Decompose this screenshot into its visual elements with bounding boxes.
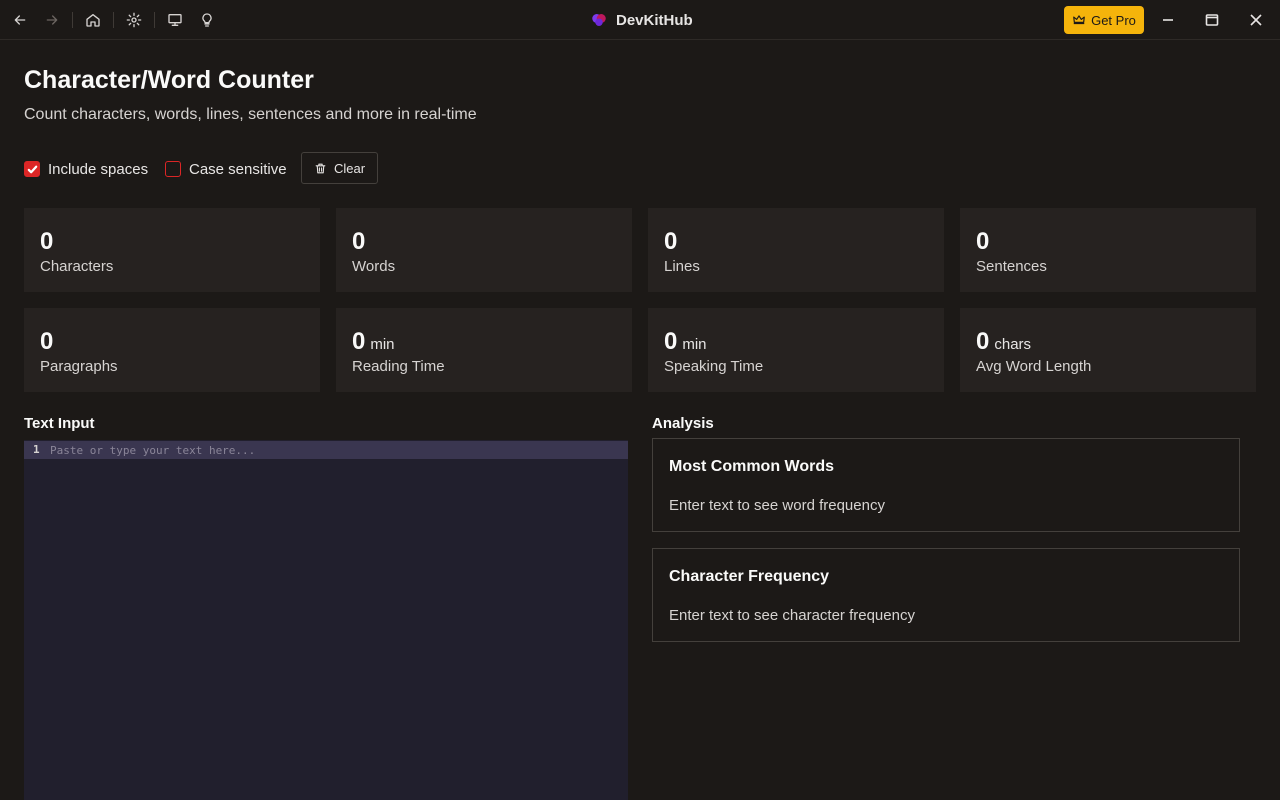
gear-icon[interactable] [122, 8, 146, 32]
stat-card-words: 0 Words [336, 208, 632, 292]
stat-unit: chars [994, 336, 1032, 353]
stat-unit: min [370, 336, 395, 353]
maximize-icon[interactable] [1200, 8, 1224, 32]
trash-icon [315, 163, 326, 173]
panel-message: Enter text to see character frequency [669, 607, 915, 624]
stat-value: 0 [664, 228, 678, 255]
stat-value: 0 [352, 228, 366, 255]
line-number: 1 [33, 443, 40, 456]
character-frequency-panel: Character Frequency Enter text to see ch… [652, 548, 1240, 642]
stat-label: Speaking Time [664, 358, 764, 375]
stat-value: 0 [40, 228, 54, 255]
stat-value: 0 [40, 328, 54, 355]
page-title: Character/Word Counter [24, 66, 314, 94]
stat-value: 0 chars [976, 328, 1032, 355]
toolbar-divider [72, 12, 73, 28]
stat-card-paragraphs: 0 Paragraphs [24, 308, 320, 392]
stat-card-reading-time: 0 min Reading Time [336, 308, 632, 392]
panel-message: Enter text to see word frequency [669, 497, 885, 514]
stat-card-lines: 0 Lines [648, 208, 944, 292]
panel-title: Character Frequency [669, 568, 830, 585]
app-title-text: DevKitHub [616, 11, 693, 29]
toolbar-divider [154, 12, 155, 28]
stat-label: Reading Time [352, 358, 445, 375]
stat-label: Avg Word Length [976, 358, 1092, 375]
minimize-icon[interactable] [1156, 8, 1180, 32]
forward-arrow-icon[interactable] [40, 8, 64, 32]
stat-value: 0 min [352, 328, 395, 355]
stat-label: Lines [664, 258, 700, 275]
close-icon[interactable] [1244, 8, 1268, 32]
crown-icon [1073, 15, 1085, 25]
monitor-icon[interactable] [163, 8, 187, 32]
home-icon[interactable] [81, 8, 105, 32]
stat-label: Sentences [976, 258, 1047, 275]
app-title: DevKitHub [590, 10, 693, 30]
lightbulb-icon[interactable] [195, 8, 219, 32]
text-input-label: Text Input [24, 415, 95, 432]
stat-card-sentences: 0 Sentences [960, 208, 1256, 292]
back-arrow-icon[interactable] [8, 8, 32, 32]
text-editor[interactable]: 1 [24, 440, 628, 800]
clear-button[interactable]: Clear [301, 152, 378, 184]
include-spaces-checkbox[interactable]: Include spaces [24, 159, 148, 179]
brain-logo-icon [592, 14, 606, 26]
stat-card-speaking-time: 0 min Speaking Time [648, 308, 944, 392]
clear-label: Clear [333, 160, 366, 176]
case-sensitive-label: Case sensitive [189, 160, 287, 178]
stat-label: Words [352, 258, 396, 275]
page-subtitle: Count characters, words, lines, sentence… [24, 106, 477, 123]
stat-card-avg-word-length: 0 chars Avg Word Length [960, 308, 1256, 392]
checkbox-checked[interactable] [24, 161, 40, 177]
stat-unit: min [682, 336, 707, 353]
checkbox-unchecked[interactable] [165, 161, 181, 177]
toolbar-divider [113, 12, 114, 28]
stat-value: 0 min [664, 328, 707, 355]
panel-title: Most Common Words [669, 458, 835, 475]
stat-label: Characters [40, 258, 114, 275]
check-icon [27, 165, 37, 173]
case-sensitive-checkbox[interactable]: Case sensitive [165, 159, 287, 179]
active-line: 1 [24, 441, 628, 459]
stat-label: Paragraphs [40, 358, 118, 375]
most-common-words-panel: Most Common Words Enter text to see word… [652, 438, 1240, 532]
include-spaces-label: Include spaces [48, 160, 149, 178]
get-pro-button[interactable]: Get Pro [1064, 6, 1144, 34]
stat-card-characters: 0 Characters [24, 208, 320, 292]
title-bar: DevKitHub Get Pro [0, 0, 1280, 40]
analysis-label: Analysis [652, 415, 714, 432]
stat-value: 0 [976, 228, 990, 255]
get-pro-label: Get Pro [1091, 12, 1136, 28]
text-input[interactable] [50, 441, 620, 459]
